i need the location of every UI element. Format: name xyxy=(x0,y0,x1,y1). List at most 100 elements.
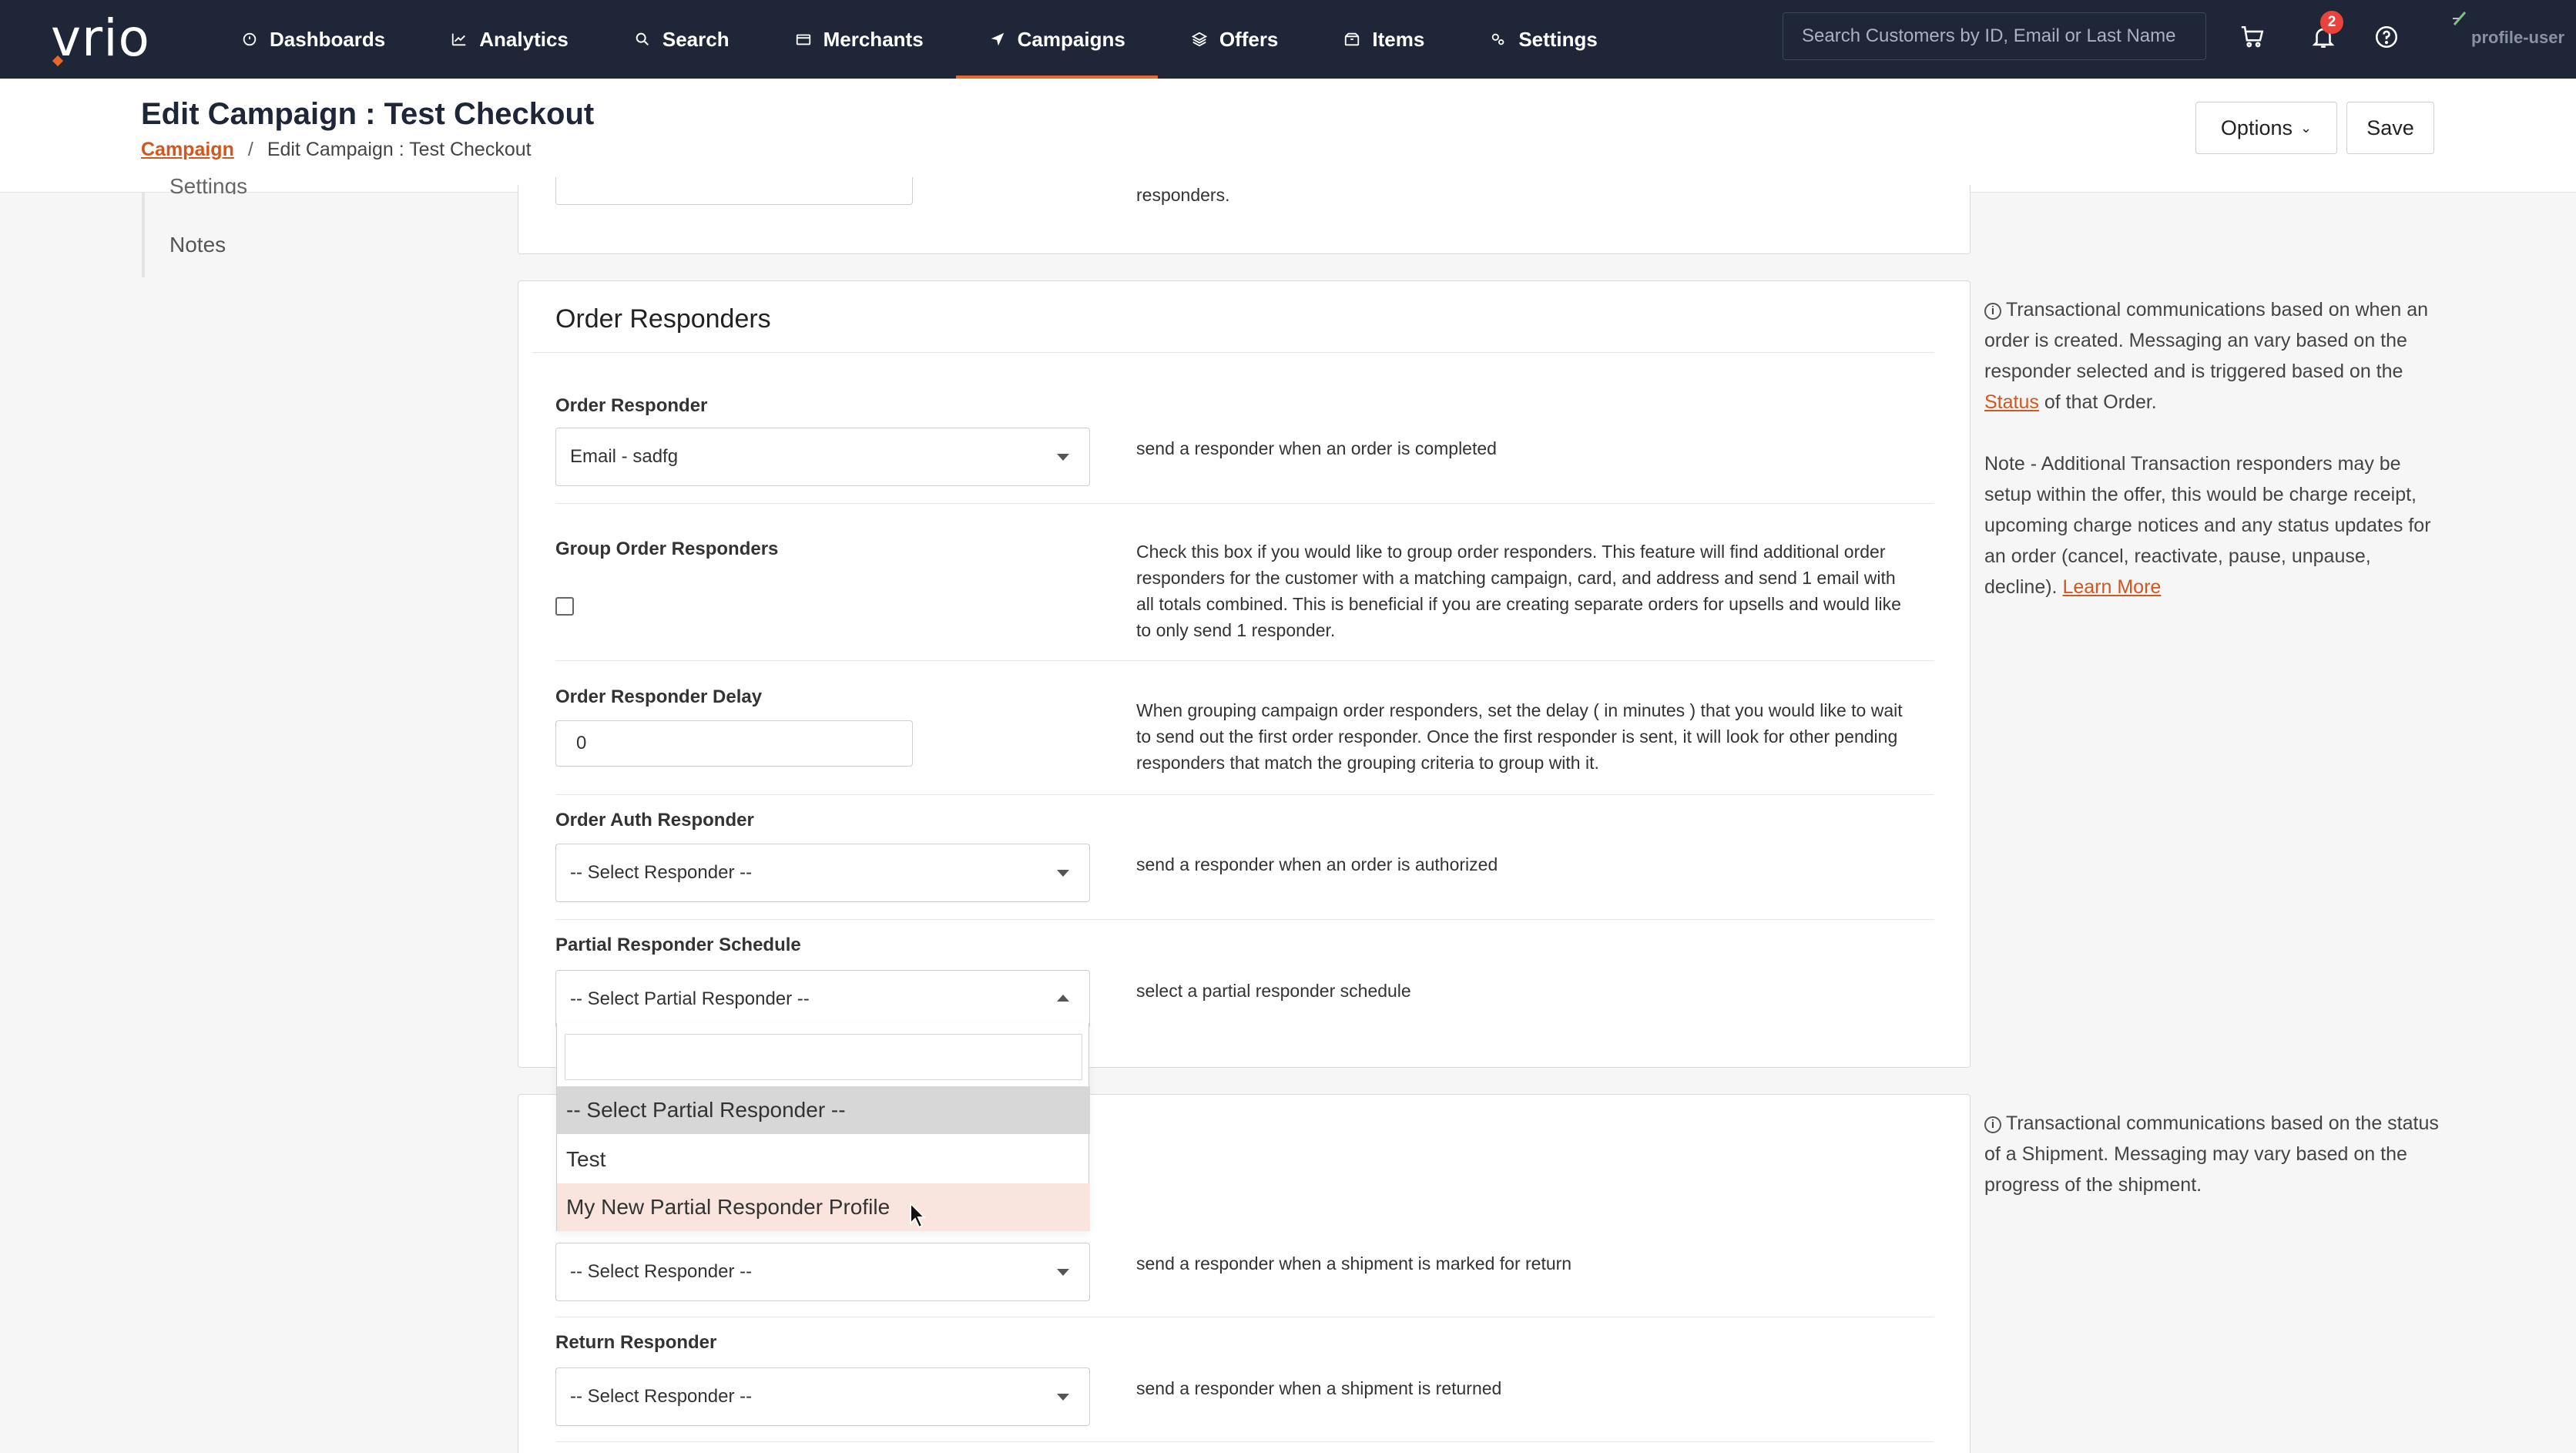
previous-section-input[interactable] xyxy=(555,177,913,205)
previous-section-card: responders. xyxy=(518,177,1971,254)
group-responders-desc: Check this box if you would like to grou… xyxy=(1136,542,1901,640)
select-value: -- Select Responder -- xyxy=(570,1261,753,1282)
responder-delay-label: Order Responder Delay xyxy=(555,686,763,707)
order-responder-label: Order Responder xyxy=(555,395,708,416)
select-value: Email - sadfg xyxy=(570,446,679,467)
group-responders-label: Group Order Responders xyxy=(555,539,779,559)
save-button[interactable]: Save xyxy=(2346,102,2434,154)
note-text: Note - Additional Transaction responders… xyxy=(1984,453,2431,598)
vrio-logo[interactable]: vrio xyxy=(51,8,150,68)
nav-label: Analytics xyxy=(479,27,569,51)
group-responders-checkbox[interactable] xyxy=(555,597,574,616)
row-divider xyxy=(555,1441,1934,1442)
dropdown-option[interactable]: -- Select Partial Responder -- xyxy=(557,1086,1090,1134)
row-divider xyxy=(555,794,1934,795)
info-icon: i xyxy=(1984,303,2001,320)
order-responders-card: Order Responders Order Responder Email -… xyxy=(518,280,1971,1068)
info-icon: i xyxy=(1984,1116,2001,1133)
nav-label: Dashboards xyxy=(270,27,386,51)
merchants-icon xyxy=(794,30,813,49)
breadcrumb-campaign-link[interactable]: Campaign xyxy=(141,139,234,161)
select-value: -- Select Responder -- xyxy=(570,862,753,883)
caret-up-icon xyxy=(1057,995,1069,1002)
items-icon xyxy=(1343,30,1361,49)
title-divider xyxy=(532,352,1934,353)
return-responder-select[interactable]: -- Select Responder -- xyxy=(555,1367,1090,1426)
row-divider xyxy=(555,660,1934,661)
return-marked-select[interactable]: -- Select Responder -- xyxy=(555,1243,1090,1301)
help-text-end: of that Order. xyxy=(2044,391,2157,413)
auth-responder-select[interactable]: -- Select Responder -- xyxy=(555,844,1090,902)
shipment-responders-help: i Transactional communications based on t… xyxy=(1984,1108,2447,1200)
partial-schedule-desc: select a partial responder schedule xyxy=(1136,981,1411,1001)
help-text: Transactional communications based on th… xyxy=(1984,1112,2439,1196)
dropdown-option[interactable]: Test xyxy=(557,1136,1090,1183)
partial-schedule-label: Partial Responder Schedule xyxy=(555,935,801,955)
return-marked-desc: send a responder when a shipment is mark… xyxy=(1136,1253,1572,1273)
select-value: -- Select Partial Responder -- xyxy=(570,988,810,1009)
help-text: Transactional communications based on wh… xyxy=(1984,299,2428,382)
nav-offers[interactable]: Offers xyxy=(1158,0,1311,79)
global-search[interactable] xyxy=(1783,12,2206,60)
breadcrumb: Campaign / Edit Campaign : Test Checkout xyxy=(141,139,532,161)
profile-avatar[interactable]: profile-user xyxy=(2442,6,2576,68)
chevron-down-icon: ⌄ xyxy=(2299,119,2313,136)
previous-section-desc: responders. xyxy=(1136,185,1230,205)
help-icon[interactable] xyxy=(2371,22,2402,52)
dropdown-search-input[interactable] xyxy=(565,1034,1082,1080)
dropdown-option[interactable]: My New Partial Responder Profile xyxy=(557,1183,1090,1231)
status-link[interactable]: Status xyxy=(1984,391,2039,413)
order-responder-select[interactable]: Email - sadfg xyxy=(555,428,1090,486)
caret-down-icon xyxy=(1057,454,1069,461)
analytics-icon xyxy=(450,30,468,49)
order-responders-help: i Transactional communications based on w… xyxy=(1984,294,2447,418)
auth-responder-desc: send a responder when an order is author… xyxy=(1136,854,1498,874)
row-divider xyxy=(555,919,1934,920)
options-label: Options xyxy=(2220,116,2293,139)
nav-label: Merchants xyxy=(823,27,924,51)
top-navbar: vrio Dashboards Analytics Search Merchan… xyxy=(0,0,2576,79)
return-responder-label: Return Responder xyxy=(555,1332,717,1353)
mouse-cursor-icon xyxy=(910,1202,927,1229)
page-title: Edit Campaign : Test Checkout xyxy=(141,97,595,131)
page-header: Edit Campaign : Test Checkout Campaign /… xyxy=(0,79,2576,193)
learn-more-link[interactable]: Learn More xyxy=(2062,576,2161,598)
notification-badge: 2 xyxy=(2320,11,2343,34)
partial-responder-dropdown: -- Select Partial Responder -- Test My N… xyxy=(556,1023,1090,1231)
responder-delay-input[interactable]: 0 xyxy=(555,720,913,767)
responder-delay-desc: When grouping campaign order responders,… xyxy=(1136,700,1903,773)
auth-responder-label: Order Auth Responder xyxy=(555,810,754,831)
profile-alt-text: profile-user xyxy=(2471,28,2565,47)
nav-label: Settings xyxy=(1518,27,1598,51)
logo-text: vrio xyxy=(51,8,150,68)
nav-items[interactable]: Items xyxy=(1310,0,1457,79)
global-search-input[interactable] xyxy=(1802,25,2187,47)
nav-merchants[interactable]: Merchants xyxy=(762,0,956,79)
options-button[interactable]: Options ⌄ xyxy=(2195,102,2337,154)
nav-search[interactable]: Search xyxy=(601,0,762,79)
nav-settings[interactable]: Settings xyxy=(1457,0,1630,79)
nav-label: Search xyxy=(662,27,730,51)
search-icon xyxy=(633,30,652,49)
offers-icon xyxy=(1190,30,1209,49)
campaigns-icon xyxy=(988,30,1007,49)
leftnav-item-partial[interactable]: Settings xyxy=(169,174,247,194)
nav-campaigns[interactable]: Campaigns xyxy=(955,0,1158,79)
nav-label: Items xyxy=(1372,27,1425,51)
dashboard-icon xyxy=(240,30,259,49)
row-divider xyxy=(555,503,1934,504)
cart-icon[interactable] xyxy=(2237,22,2268,52)
partial-schedule-select[interactable]: -- Select Partial Responder -- xyxy=(555,970,1090,1029)
leftnav-rail xyxy=(142,193,145,277)
caret-down-icon xyxy=(1057,1394,1069,1401)
caret-down-icon xyxy=(1057,1269,1069,1276)
nav-label: Campaigns xyxy=(1017,27,1125,51)
order-responders-note: Note - Additional Transaction responders… xyxy=(1984,448,2447,602)
order-responder-desc: send a responder when an order is comple… xyxy=(1136,438,1497,458)
broken-image-icon xyxy=(2453,12,2467,25)
nav-dashboards[interactable]: Dashboards xyxy=(208,0,418,79)
leftnav-item-notes[interactable]: Notes xyxy=(169,233,226,257)
nav-analytics[interactable]: Analytics xyxy=(418,0,601,79)
caret-down-icon xyxy=(1057,870,1069,877)
select-value: -- Select Responder -- xyxy=(570,1386,753,1407)
